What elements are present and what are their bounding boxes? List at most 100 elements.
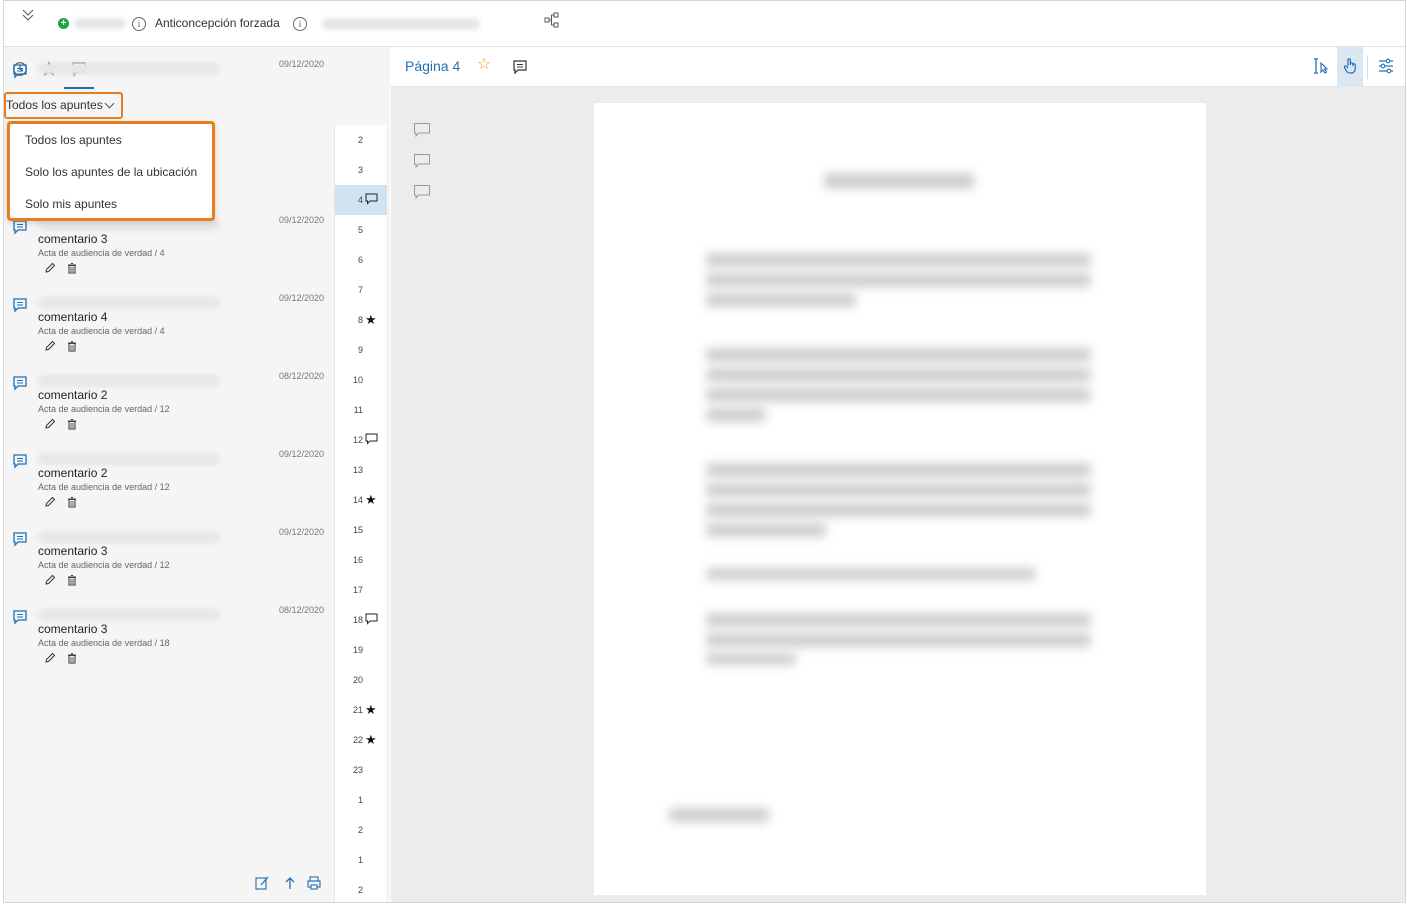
note-date: 09/12/2020 [278, 293, 324, 303]
app-window: + i Anticoncepción forzada i Todos los a… [3, 0, 1406, 903]
note-title: comentario 3 [38, 232, 108, 246]
delete-icon[interactable] [66, 340, 78, 352]
note-item[interactable]: 09/12/2020 comentario 4 Acta de audiencia … [4, 293, 334, 371]
page-thumb-13[interactable]: 14 ★ [335, 485, 387, 515]
page-number: 2 [357, 135, 363, 145]
page-thumb-7[interactable]: 8 ★ [335, 305, 387, 335]
new-note-icon[interactable] [254, 875, 270, 891]
page-thumb-26[interactable]: 2 [335, 875, 387, 902]
blurred-heading [824, 173, 974, 189]
note-item[interactable]: 09/12/2020 comentario 3 Acta de audiencia … [4, 527, 334, 605]
add-comment-icon[interactable] [512, 59, 528, 75]
redacted-note-author [38, 609, 220, 621]
page-thumb-17[interactable]: 18 [335, 605, 387, 635]
edit-icon[interactable] [44, 418, 56, 430]
hand-pan-icon [1343, 58, 1356, 74]
export-icon[interactable] [282, 875, 298, 891]
add-icon[interactable]: + [58, 18, 69, 29]
blurred-text-line [706, 503, 1091, 517]
hierarchy-icon[interactable] [544, 12, 560, 28]
page-thumb-1[interactable]: 2 [335, 125, 387, 155]
note-item[interactable]: 08/12/2020 comentario 3 Acta de audiencia … [4, 605, 334, 683]
note-title: comentario 4 [38, 310, 108, 324]
text-select-icon[interactable] [1312, 57, 1330, 75]
note-date: 09/12/2020 [278, 527, 324, 537]
collapse-chevron-icon[interactable] [20, 7, 36, 23]
settings-sliders-icon[interactable] [1377, 57, 1395, 75]
note-location: Acta de audiencia de verdad / 12 [38, 404, 170, 414]
document-viewer: Página 4 ☆ [391, 47, 1405, 902]
note-date: 08/12/2020 [278, 605, 324, 615]
page-thumb-18[interactable]: 19 [335, 635, 387, 665]
edit-icon[interactable] [44, 652, 56, 664]
delete-icon[interactable] [66, 418, 78, 430]
blurred-text-line [706, 293, 856, 307]
edit-icon[interactable] [44, 340, 56, 352]
info-icon[interactable]: i [293, 17, 307, 31]
page-thumb-6[interactable]: 7 [335, 275, 387, 305]
note-title: comentario 3 [38, 544, 108, 558]
redacted-case-detail [322, 18, 480, 30]
info-icon[interactable]: i [132, 17, 146, 31]
edit-icon[interactable] [44, 496, 56, 508]
page-number: 5 [357, 225, 363, 235]
edit-icon[interactable] [44, 262, 56, 274]
delete-icon[interactable] [66, 652, 78, 664]
page-thumb-23[interactable]: 1 [335, 785, 387, 815]
toolbar-divider [1367, 55, 1368, 79]
page-thumb-3[interactable]: 4 [335, 185, 387, 215]
page-label: Página 4 [405, 58, 461, 74]
page-thumb-14[interactable]: 15 [335, 515, 387, 545]
note-comment-icon [13, 220, 27, 235]
filter-option-all[interactable]: Todos los apuntes [25, 133, 122, 147]
print-icon[interactable] [306, 875, 322, 891]
page-number: 1 [357, 855, 363, 865]
blurred-footer [669, 808, 769, 822]
page-comment-icon[interactable] [413, 153, 431, 169]
filter-option-location[interactable]: Solo los apuntes de la ubicación [25, 165, 197, 179]
page-thumb-4[interactable]: 5 [335, 215, 387, 245]
page-number: 16 [352, 555, 363, 565]
page-thumb-15[interactable]: 16 [335, 545, 387, 575]
page-thumb-16[interactable]: 17 [335, 575, 387, 605]
page-thumb-2[interactable]: 3 [335, 155, 387, 185]
page-thumb-22[interactable]: 23 [335, 755, 387, 785]
delete-icon[interactable] [66, 574, 78, 586]
note-date: 09/12/2020 [278, 449, 324, 459]
note-comment-icon [13, 532, 27, 547]
page-thumb-11[interactable]: 12 [335, 425, 387, 455]
delete-icon[interactable] [66, 262, 78, 274]
hand-pan-button[interactable] [1337, 47, 1363, 87]
page-thumb-12[interactable]: 13 [335, 455, 387, 485]
delete-icon[interactable] [66, 496, 78, 508]
edit-icon[interactable] [44, 574, 56, 586]
page-comment-icon[interactable] [413, 122, 431, 138]
page-number: 2 [357, 885, 363, 895]
note-item[interactable]: 09/12/2020 comentario 2 Acta de audiencia … [4, 449, 334, 527]
page-number: 15 [352, 525, 363, 535]
page-number: 13 [352, 465, 363, 475]
top-bar: + i Anticoncepción forzada i [4, 1, 1405, 47]
document-page[interactable] [594, 103, 1206, 895]
page-thumb-5[interactable]: 6 [335, 245, 387, 275]
note-item[interactable]: 09/12/2020 comentario 3 Acta de audiencia … [4, 215, 334, 293]
page-thumb-8[interactable]: 9 [335, 335, 387, 365]
page-strip: 2 3 4 5 6 7 8 ★ 9 10 11 12 13 14 ★ 15 16 17 18 19 20 21 ★ 22 ★ 23… [334, 125, 387, 902]
page-thumb-19[interactable]: 20 [335, 665, 387, 695]
comment-icon [365, 433, 378, 445]
filter-option-mine[interactable]: Solo mis apuntes [25, 197, 117, 211]
page-thumb-24[interactable]: 2 [335, 815, 387, 845]
blurred-text-line [706, 388, 1091, 402]
blurred-text-line [706, 408, 766, 422]
favorite-star-icon[interactable]: ☆ [477, 57, 491, 73]
page-thumb-10[interactable]: 11 [335, 395, 387, 425]
page-thumb-25[interactable]: 1 [335, 845, 387, 875]
note-item[interactable]: 08/12/2020 comentario 2 Acta de audiencia … [4, 371, 334, 449]
note-comment-icon [13, 298, 27, 313]
page-thumb-21[interactable]: 22 ★ [335, 725, 387, 755]
page-number: 11 [353, 405, 363, 415]
page-thumb-20[interactable]: 21 ★ [335, 695, 387, 725]
page-thumb-9[interactable]: 10 [335, 365, 387, 395]
page-comment-icon[interactable] [413, 184, 431, 200]
note-comment-icon [13, 376, 27, 391]
